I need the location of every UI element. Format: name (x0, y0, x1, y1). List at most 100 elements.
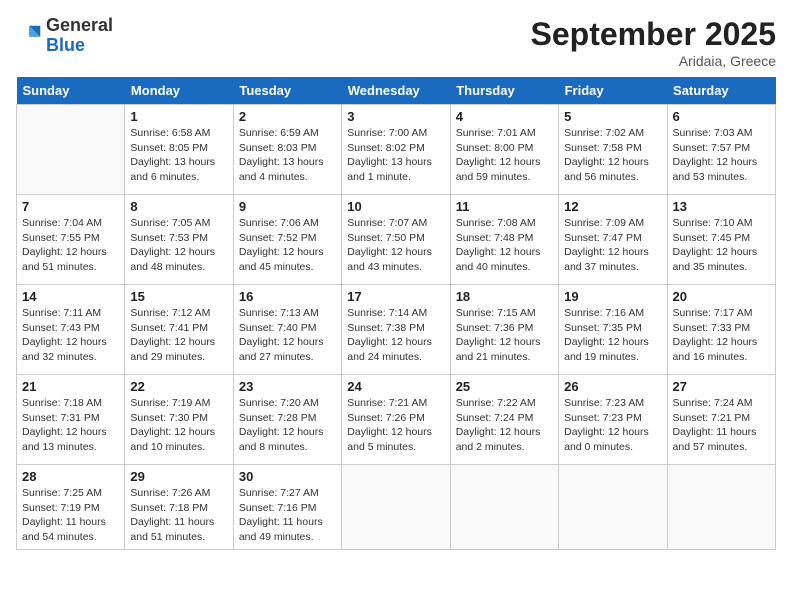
day-number: 5 (564, 109, 661, 124)
calendar-cell: 6 Sunrise: 7:03 AM Sunset: 7:57 PM Daylig… (667, 105, 775, 195)
calendar-cell: 22 Sunrise: 7:19 AM Sunset: 7:30 PM Dayli… (125, 375, 233, 465)
calendar-cell: 17 Sunrise: 7:14 AM Sunset: 7:38 PM Dayli… (342, 285, 450, 375)
day-info: Sunrise: 6:58 AM Sunset: 8:05 PM Dayligh… (130, 126, 227, 185)
day-number: 24 (347, 379, 444, 394)
day-number: 2 (239, 109, 336, 124)
day-info: Sunrise: 7:10 AM Sunset: 7:45 PM Dayligh… (673, 216, 770, 275)
day-info: Sunrise: 7:13 AM Sunset: 7:40 PM Dayligh… (239, 306, 336, 365)
day-number: 18 (456, 289, 553, 304)
day-info: Sunrise: 7:16 AM Sunset: 7:35 PM Dayligh… (564, 306, 661, 365)
day-header-saturday: Saturday (667, 77, 775, 105)
day-info: Sunrise: 7:22 AM Sunset: 7:24 PM Dayligh… (456, 396, 553, 455)
day-header-thursday: Thursday (450, 77, 558, 105)
day-header-wednesday: Wednesday (342, 77, 450, 105)
calendar-cell: 20 Sunrise: 7:17 AM Sunset: 7:33 PM Dayli… (667, 285, 775, 375)
day-number: 22 (130, 379, 227, 394)
calendar-cell: 15 Sunrise: 7:12 AM Sunset: 7:41 PM Dayli… (125, 285, 233, 375)
day-number: 14 (22, 289, 119, 304)
calendar-cell: 29 Sunrise: 7:26 AM Sunset: 7:18 PM Dayli… (125, 465, 233, 550)
logo-icon (16, 22, 44, 50)
day-number: 26 (564, 379, 661, 394)
day-number: 9 (239, 199, 336, 214)
day-number: 12 (564, 199, 661, 214)
calendar-cell: 9 Sunrise: 7:06 AM Sunset: 7:52 PM Daylig… (233, 195, 341, 285)
calendar-cell (559, 465, 667, 550)
day-number: 30 (239, 469, 336, 484)
day-header-tuesday: Tuesday (233, 77, 341, 105)
day-number: 23 (239, 379, 336, 394)
calendar-week-1: 1Sunrise: 6:58 AM Sunset: 8:05 PM Daylig… (17, 105, 776, 195)
logo: General Blue (16, 16, 113, 56)
day-info: Sunrise: 7:09 AM Sunset: 7:47 PM Dayligh… (564, 216, 661, 275)
calendar-cell (17, 105, 125, 195)
day-number: 16 (239, 289, 336, 304)
calendar-week-4: 21Sunrise: 7:18 AM Sunset: 7:31 PM Dayli… (17, 375, 776, 465)
calendar-week-3: 14 Sunrise: 7:11 AM Sunset: 7:43 PM Dayli… (17, 285, 776, 375)
day-number: 17 (347, 289, 444, 304)
day-info: Sunrise: 7:12 AM Sunset: 7:41 PM Dayligh… (130, 306, 227, 365)
day-number: 20 (673, 289, 770, 304)
calendar-cell: 30 Sunrise: 7:27 AM Sunset: 7:16 PM Dayli… (233, 465, 341, 550)
day-info: Sunrise: 7:08 AM Sunset: 7:48 PM Dayligh… (456, 216, 553, 275)
calendar-cell: 12 Sunrise: 7:09 AM Sunset: 7:47 PM Dayli… (559, 195, 667, 285)
location-text: Aridaia, Greece (531, 53, 776, 69)
day-info: Sunrise: 7:06 AM Sunset: 7:52 PM Dayligh… (239, 216, 336, 275)
day-header-sunday: Sunday (17, 77, 125, 105)
day-number: 13 (673, 199, 770, 214)
calendar-cell: 23Sunrise: 7:20 AM Sunset: 7:28 PM Dayli… (233, 375, 341, 465)
calendar-cell: 16 Sunrise: 7:13 AM Sunset: 7:40 PM Dayli… (233, 285, 341, 375)
calendar-week-5: 28 Sunrise: 7:25 AM Sunset: 7:19 PM Dayli… (17, 465, 776, 550)
day-info: Sunrise: 7:14 AM Sunset: 7:38 PM Dayligh… (347, 306, 444, 365)
day-info: Sunrise: 7:01 AM Sunset: 8:00 PM Dayligh… (456, 126, 553, 185)
day-info: Sunrise: 7:04 AM Sunset: 7:55 PM Dayligh… (22, 216, 119, 275)
calendar-cell: 2 Sunrise: 6:59 AM Sunset: 8:03 PM Daylig… (233, 105, 341, 195)
day-info: Sunrise: 7:17 AM Sunset: 7:33 PM Dayligh… (673, 306, 770, 365)
calendar-week-2: 7 Sunrise: 7:04 AM Sunset: 7:55 PM Daylig… (17, 195, 776, 285)
day-number: 29 (130, 469, 227, 484)
calendar-cell: 25 Sunrise: 7:22 AM Sunset: 7:24 PM Dayli… (450, 375, 558, 465)
day-info: Sunrise: 7:05 AM Sunset: 7:53 PM Dayligh… (130, 216, 227, 275)
calendar-cell: 10 Sunrise: 7:07 AM Sunset: 7:50 PM Dayli… (342, 195, 450, 285)
day-number: 6 (673, 109, 770, 124)
day-number: 4 (456, 109, 553, 124)
calendar-cell: 26 Sunrise: 7:23 AM Sunset: 7:23 PM Dayli… (559, 375, 667, 465)
calendar-header-row: SundayMondayTuesdayWednesdayThursdayFrid… (17, 77, 776, 105)
day-info: Sunrise: 7:21 AM Sunset: 7:26 PM Dayligh… (347, 396, 444, 455)
day-info: Sunrise: 7:26 AM Sunset: 7:18 PM Dayligh… (130, 486, 227, 545)
day-info: Sunrise: 7:27 AM Sunset: 7:16 PM Dayligh… (239, 486, 336, 545)
calendar-cell: 1Sunrise: 6:58 AM Sunset: 8:05 PM Daylig… (125, 105, 233, 195)
calendar-cell: 8 Sunrise: 7:05 AM Sunset: 7:53 PM Daylig… (125, 195, 233, 285)
day-number: 25 (456, 379, 553, 394)
day-info: Sunrise: 7:02 AM Sunset: 7:58 PM Dayligh… (564, 126, 661, 185)
month-title: September 2025 (531, 16, 776, 53)
calendar-cell: 4 Sunrise: 7:01 AM Sunset: 8:00 PM Daylig… (450, 105, 558, 195)
day-number: 27 (673, 379, 770, 394)
day-info: Sunrise: 7:25 AM Sunset: 7:19 PM Dayligh… (22, 486, 119, 545)
day-info: Sunrise: 6:59 AM Sunset: 8:03 PM Dayligh… (239, 126, 336, 185)
calendar-cell: 24 Sunrise: 7:21 AM Sunset: 7:26 PM Dayli… (342, 375, 450, 465)
day-info: Sunrise: 7:23 AM Sunset: 7:23 PM Dayligh… (564, 396, 661, 455)
day-info: Sunrise: 7:19 AM Sunset: 7:30 PM Dayligh… (130, 396, 227, 455)
day-number: 7 (22, 199, 119, 214)
day-number: 10 (347, 199, 444, 214)
logo-general-text: General (46, 15, 113, 35)
calendar-cell: 3Sunrise: 7:00 AM Sunset: 8:02 PM Daylig… (342, 105, 450, 195)
day-info: Sunrise: 7:11 AM Sunset: 7:43 PM Dayligh… (22, 306, 119, 365)
day-info: Sunrise: 7:03 AM Sunset: 7:57 PM Dayligh… (673, 126, 770, 185)
day-number: 15 (130, 289, 227, 304)
day-number: 11 (456, 199, 553, 214)
calendar-cell: 11 Sunrise: 7:08 AM Sunset: 7:48 PM Dayli… (450, 195, 558, 285)
day-number: 8 (130, 199, 227, 214)
calendar-cell: 19 Sunrise: 7:16 AM Sunset: 7:35 PM Dayli… (559, 285, 667, 375)
day-number: 19 (564, 289, 661, 304)
day-number: 3 (347, 109, 444, 124)
calendar-cell: 13 Sunrise: 7:10 AM Sunset: 7:45 PM Dayli… (667, 195, 775, 285)
calendar-cell: 21Sunrise: 7:18 AM Sunset: 7:31 PM Dayli… (17, 375, 125, 465)
day-number: 28 (22, 469, 119, 484)
calendar-cell: 28 Sunrise: 7:25 AM Sunset: 7:19 PM Dayli… (17, 465, 125, 550)
calendar-cell: 7 Sunrise: 7:04 AM Sunset: 7:55 PM Daylig… (17, 195, 125, 285)
day-info: Sunrise: 7:07 AM Sunset: 7:50 PM Dayligh… (347, 216, 444, 275)
day-info: Sunrise: 7:18 AM Sunset: 7:31 PM Dayligh… (22, 396, 119, 455)
calendar-cell (667, 465, 775, 550)
day-header-monday: Monday (125, 77, 233, 105)
